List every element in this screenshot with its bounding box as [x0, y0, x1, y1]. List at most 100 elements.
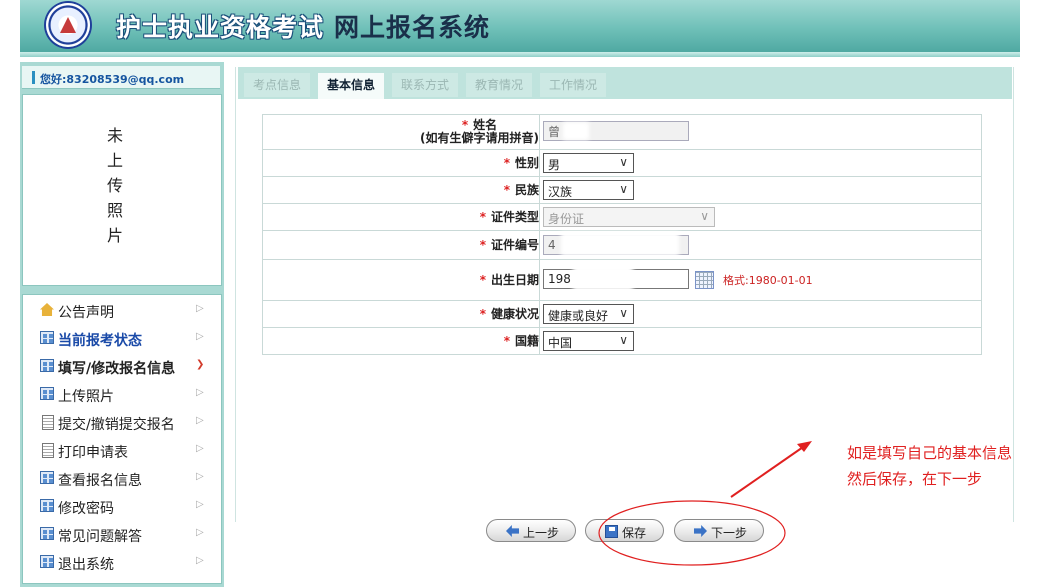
chevron-down-icon: ∨ — [619, 182, 628, 196]
photo-placeholder-char: 片 — [107, 226, 124, 245]
left-sidebar: 您好:83208539@qq.com 未 上 传 照 片 公告声明 ▷ 当前报考… — [20, 62, 224, 587]
gender-label: 性别 — [514, 155, 539, 170]
sidebar-item-announcement[interactable]: 公告声明 ▷ — [23, 297, 221, 325]
nationality-label: 国籍 — [514, 333, 539, 348]
nationality-select[interactable]: 中国 ∨ — [543, 331, 634, 351]
form-row-birthdate: * 出生日期 格式:1980-01-01 — [263, 260, 981, 301]
sidebar-item-view-registration[interactable]: 查看报名信息 ▷ — [23, 465, 221, 493]
sidebar-item-faq[interactable]: 常见问题解答 ▷ — [23, 521, 221, 549]
sidebar-item-upload-photo[interactable]: 上传照片 ▷ — [23, 381, 221, 409]
photo-placeholder: 未 上 传 照 片 — [107, 123, 127, 248]
chevron-right-icon: ▷ — [196, 443, 204, 454]
ethnicity-select[interactable]: 汉族 ∨ — [543, 180, 634, 200]
required-mark: * — [479, 209, 486, 224]
sidebar-item-change-password[interactable]: 修改密码 ▷ — [23, 493, 221, 521]
sidebar-item-label: 填写/修改报名信息 — [58, 361, 176, 377]
sidebar-item-print-form[interactable]: 打印申请表 ▷ — [23, 437, 221, 465]
prev-step-label: 上一步 — [523, 526, 560, 540]
annotation-line-1: 如是填写自己的基本信息 — [847, 444, 1013, 462]
sidebar-menu: 公告声明 ▷ 当前报考状态 ▷ 填写/修改报名信息 ❯ 上传照片 ▷ 提交/撤销… — [22, 294, 222, 584]
chevron-down-icon: ∨ — [700, 209, 709, 223]
header-divider — [20, 52, 1020, 57]
chevron-down-icon: ∨ — [619, 306, 628, 320]
annotation-note: 如是填写自己的基本信息 然后保存，在下一步 — [847, 440, 1012, 492]
window-icon — [40, 555, 54, 568]
tab-work[interactable]: 工作情况 — [540, 73, 606, 97]
chevron-right-icon: ▷ — [196, 303, 204, 314]
required-mark: * — [479, 272, 486, 287]
name-label: 姓名 — [473, 118, 498, 132]
chevron-right-icon: ▷ — [196, 331, 204, 342]
required-mark: * — [503, 155, 510, 170]
window-icon — [40, 359, 54, 372]
tab-education[interactable]: 教育情况 — [466, 73, 532, 97]
next-step-button[interactable]: 下一步 — [674, 519, 764, 542]
chevron-right-icon: ▷ — [196, 387, 204, 398]
window-icon — [40, 499, 54, 512]
annotation-line-2: 然后保存，在下一步 — [847, 470, 983, 488]
save-label: 保存 — [622, 526, 647, 540]
form-row-health: * 健康状况 健康或良好 ∨ — [263, 301, 981, 328]
tab-bar: 考点信息 基本信息 联系方式 教育情况 工作情况 — [238, 67, 1012, 99]
document-icon — [42, 443, 54, 458]
id-type-label: 证件类型 — [490, 209, 539, 224]
system-title-main: 护士执业资格考试 — [116, 13, 325, 42]
photo-box: 未 上 传 照 片 — [22, 94, 222, 286]
home-icon — [40, 303, 54, 316]
gender-select[interactable]: 男 ∨ — [543, 153, 634, 173]
photo-placeholder-char: 传 — [107, 176, 124, 195]
system-title-sub: 网上报名系统 — [334, 13, 491, 42]
calendar-icon[interactable] — [695, 271, 714, 289]
window-icon — [40, 471, 54, 484]
sidebar-item-label: 当前报考状态 — [58, 333, 142, 349]
user-greeting: 您好:83208539@qq.com — [40, 73, 185, 86]
chevron-right-icon: ▷ — [196, 527, 204, 538]
arrow-left-icon — [506, 525, 519, 537]
prev-step-button[interactable]: 上一步 — [486, 519, 576, 542]
health-label: 健康状况 — [490, 306, 539, 321]
birthdate-label: 出生日期 — [490, 272, 539, 287]
form-row-id-type: * 证件类型 身份证 ∨ — [263, 204, 981, 231]
next-step-label: 下一步 — [711, 526, 748, 540]
chevron-down-icon: ∨ — [619, 333, 628, 347]
required-mark: * — [479, 306, 486, 321]
health-select[interactable]: 健康或良好 ∨ — [543, 304, 634, 324]
photo-placeholder-char: 未 — [107, 126, 124, 145]
system-title: 护士执业资格考试 网上报名系统 — [116, 8, 490, 44]
required-mark: * — [503, 182, 510, 197]
chevron-down-icon: ∨ — [619, 155, 628, 169]
birthdate-format-hint: 格式:1980-01-01 — [723, 274, 813, 287]
window-icon — [40, 331, 54, 344]
basic-info-form: *姓名 (如有生僻字请用拼音) *性别 男∨ *民族 汉族∨ — [262, 114, 982, 355]
chevron-right-icon: ▷ — [196, 555, 204, 566]
arrow-right-icon — [694, 525, 707, 537]
form-row-nationality: * 国籍 中国 ∨ — [263, 328, 981, 354]
chevron-right-icon: ▷ — [196, 415, 204, 426]
tab-basic-info[interactable]: 基本信息 — [318, 73, 384, 99]
save-button[interactable]: 保存 — [585, 519, 664, 542]
form-row-name: * 姓名 (如有生僻字请用拼音) — [263, 115, 981, 150]
save-disk-icon — [605, 525, 618, 538]
app-header: 护士执业资格考试 网上报名系统 — [20, 0, 1020, 52]
id-type-select[interactable]: 身份证 ∨ — [543, 207, 715, 227]
sidebar-item-edit-registration[interactable]: 填写/修改报名信息 ❯ — [23, 353, 221, 381]
form-row-gender: * 性别 男 ∨ — [263, 150, 981, 177]
tab-contact[interactable]: 联系方式 — [392, 73, 458, 97]
sidebar-item-label: 上传照片 — [58, 389, 114, 405]
required-mark: * — [503, 333, 510, 348]
required-mark: * — [461, 118, 469, 132]
sidebar-item-submit-registration[interactable]: 提交/撤销提交报名 ▷ — [23, 409, 221, 437]
form-row-id-number: * 证件编号 — [263, 231, 981, 260]
chevron-right-icon: ▷ — [196, 471, 204, 482]
tab-exam-site[interactable]: 考点信息 — [244, 73, 310, 97]
sidebar-item-exam-status[interactable]: 当前报考状态 ▷ — [23, 325, 221, 353]
sidebar-item-label: 修改密码 — [58, 501, 114, 517]
health-value: 健康或良好 — [548, 309, 609, 323]
sidebar-item-logout[interactable]: 退出系统 ▷ — [23, 549, 221, 577]
photo-placeholder-char: 照 — [107, 201, 124, 220]
document-icon — [42, 415, 54, 430]
sidebar-item-label: 打印申请表 — [58, 445, 128, 461]
nationality-value: 中国 — [548, 336, 573, 350]
exam-logo-icon — [46, 3, 90, 47]
chevron-right-active-icon: ❯ — [196, 359, 205, 370]
